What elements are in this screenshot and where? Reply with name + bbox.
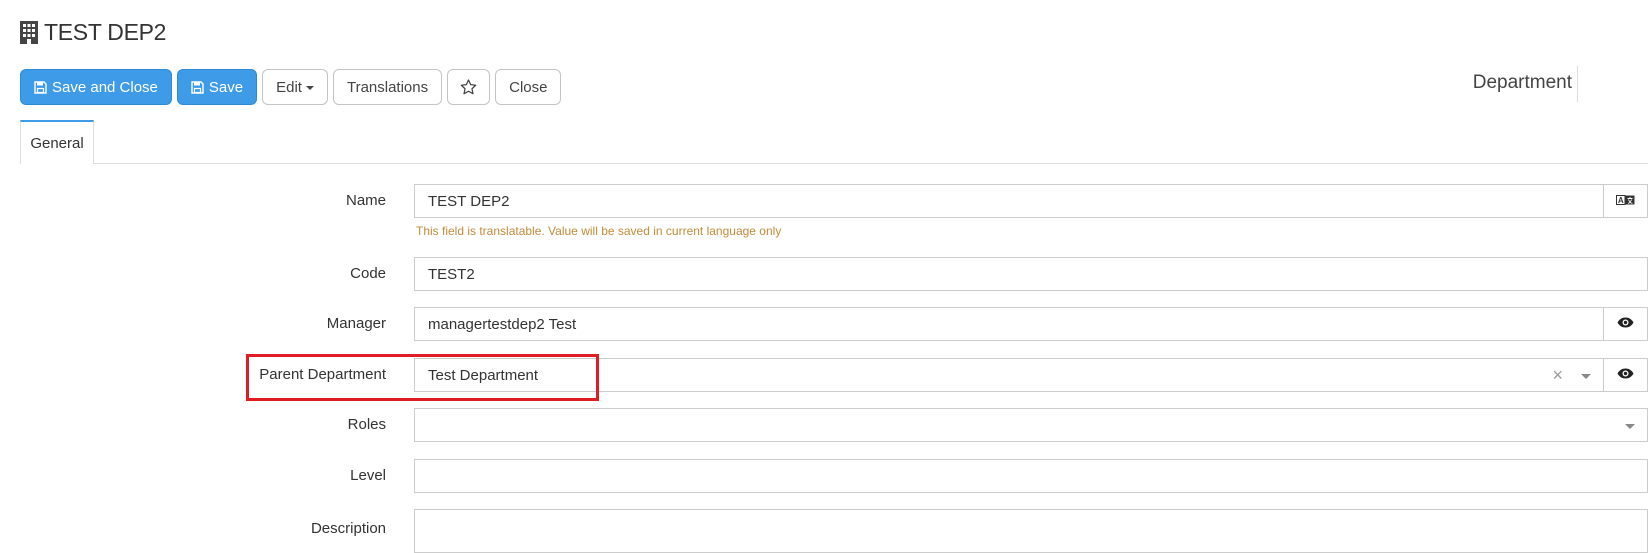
translatable-hint: This field is translatable. Value will b… xyxy=(416,224,782,238)
view-manager-button[interactable] xyxy=(1603,307,1648,341)
star-icon xyxy=(460,79,477,95)
floppy-disk-icon xyxy=(34,80,47,94)
translations-label: Translations xyxy=(346,78,429,96)
form-row-code: Code TEST2 xyxy=(0,257,1648,291)
description-label: Description xyxy=(310,520,386,537)
save-label: Save xyxy=(208,78,244,96)
toolbar: Save and Close Save Edit Translations Cl… xyxy=(20,69,562,105)
roles-select[interactable] xyxy=(414,408,1648,442)
parent-department-label: Parent Department xyxy=(259,366,386,383)
form-row-level: Level xyxy=(0,459,1648,493)
level-input[interactable] xyxy=(414,459,1648,493)
edit-dropdown-button[interactable]: Edit xyxy=(262,69,328,105)
translations-button[interactable]: Translations xyxy=(332,69,443,105)
form-row-manager: Manager managertestdep2 Test xyxy=(0,307,1648,341)
page-title-text: TEST DEP2 xyxy=(44,18,167,45)
save-and-close-button[interactable]: Save and Close xyxy=(20,69,172,105)
name-label: Name xyxy=(345,192,386,209)
caret-down-icon xyxy=(305,86,314,90)
code-value: TEST2 xyxy=(428,265,475,283)
edit-label: Edit xyxy=(276,78,302,96)
save-and-close-label: Save and Close xyxy=(52,78,158,96)
manager-value: managertestdep2 Test xyxy=(428,315,577,333)
code-label: Code xyxy=(350,265,386,282)
form-row-name: Name TEST DEP2 A xyxy=(0,184,1648,218)
manager-input[interactable]: managertestdep2 Test xyxy=(414,307,1604,341)
translate-button[interactable]: A xyxy=(1603,184,1648,218)
parent-department-value: Test Department xyxy=(428,366,539,384)
form-row-roles: Roles xyxy=(0,408,1648,442)
clear-icon[interactable]: × xyxy=(1552,359,1563,393)
form-row-description: Description xyxy=(0,509,1648,553)
tab-bar: General xyxy=(20,120,1648,164)
close-label: Close xyxy=(509,78,548,96)
manager-label: Manager xyxy=(326,315,386,332)
translate-icon: A xyxy=(1616,192,1635,210)
name-input[interactable]: TEST DEP2 xyxy=(414,184,1604,218)
building-icon xyxy=(20,20,38,44)
roles-label: Roles xyxy=(347,416,386,433)
close-button[interactable]: Close xyxy=(495,69,562,105)
parent-department-select[interactable]: Test Department × xyxy=(414,358,1604,392)
code-input[interactable]: TEST2 xyxy=(414,257,1648,291)
favorite-button[interactable] xyxy=(447,69,491,105)
level-label: Level xyxy=(350,467,386,484)
view-parent-department-button[interactable] xyxy=(1603,358,1648,392)
form-row-parent-department: Parent Department Test Department × xyxy=(0,358,1648,392)
chevron-down-icon[interactable] xyxy=(1581,374,1591,379)
svg-text:A: A xyxy=(1618,196,1624,205)
description-textarea[interactable] xyxy=(414,509,1648,553)
eye-icon xyxy=(1617,315,1634,333)
chevron-down-icon[interactable] xyxy=(1625,424,1635,429)
entity-type-label: Department xyxy=(1472,72,1572,93)
name-value: TEST DEP2 xyxy=(428,192,510,210)
save-button[interactable]: Save xyxy=(176,69,258,105)
page-title: TEST DEP2 xyxy=(20,18,166,46)
tab-general[interactable]: General xyxy=(20,120,94,164)
floppy-disk-icon xyxy=(191,80,204,94)
tab-general-label: General xyxy=(30,134,84,152)
divider xyxy=(1577,66,1578,102)
eye-icon xyxy=(1617,366,1634,384)
